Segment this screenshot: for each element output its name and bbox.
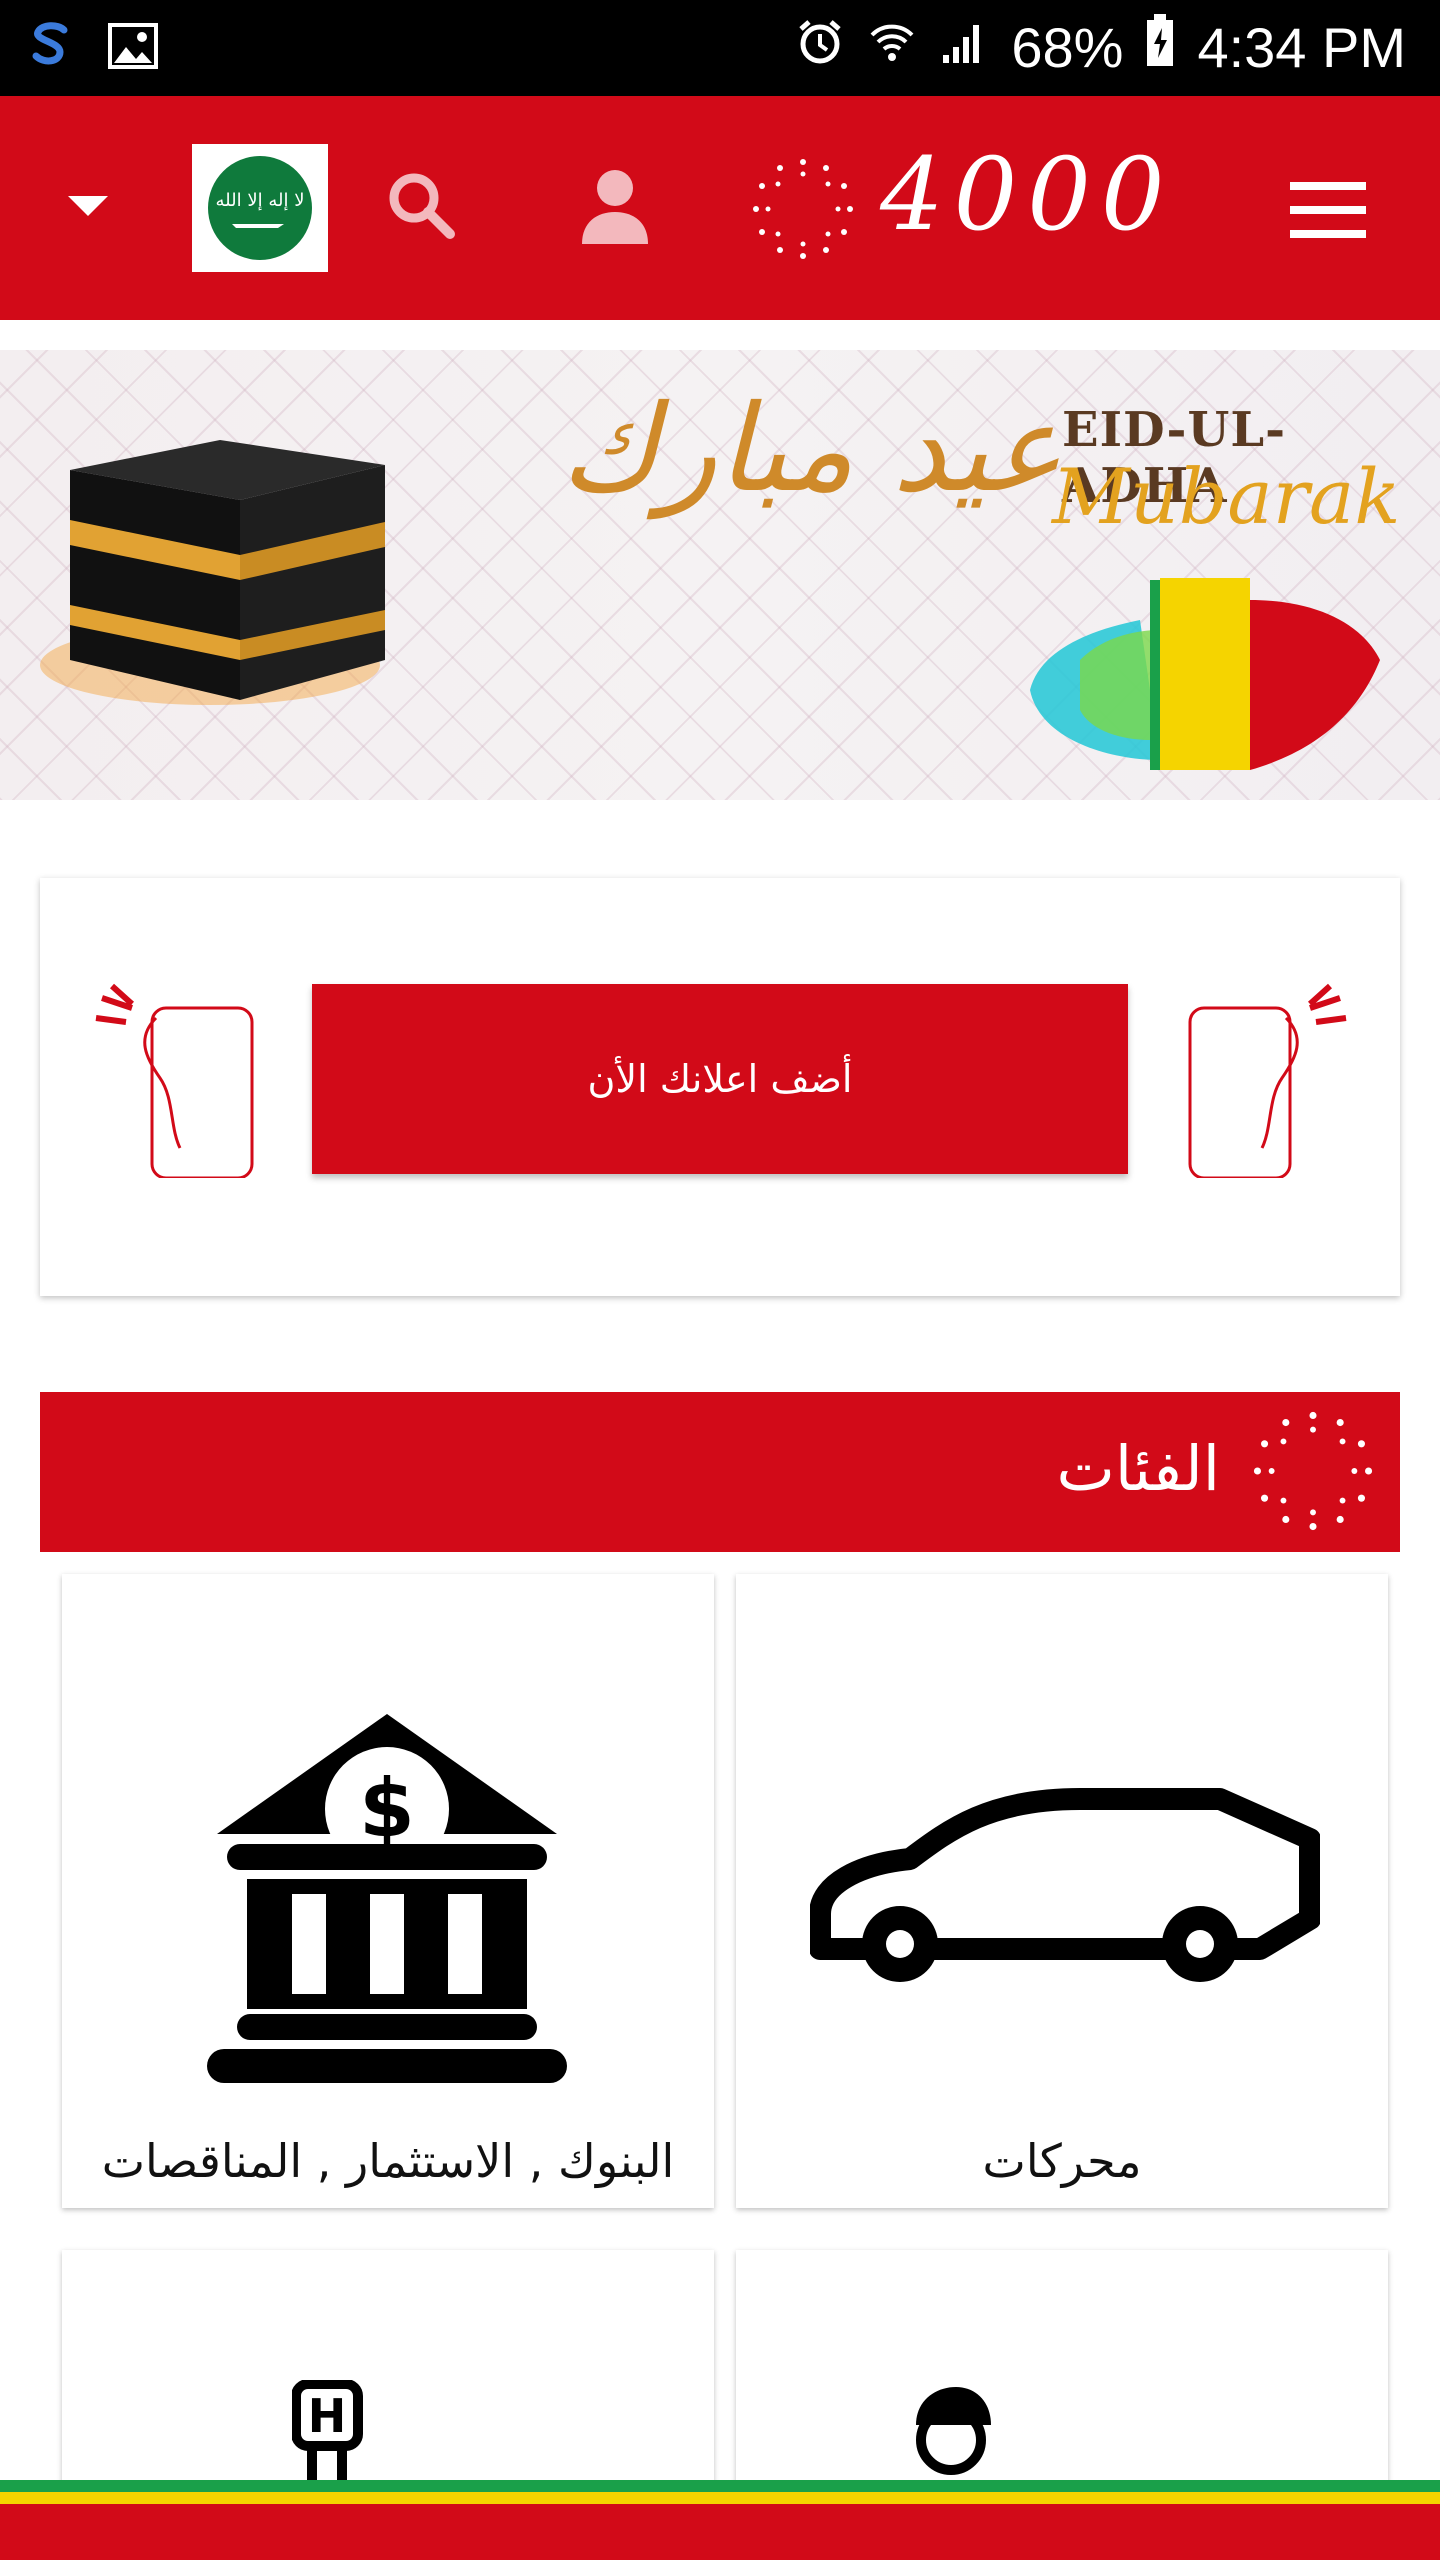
category-tile-banks[interactable]: $ البنوك , الاستثمار , المناقصات — [62, 1574, 714, 2208]
alarm-icon — [795, 15, 845, 80]
svg-text:$: $ — [359, 1762, 415, 1855]
categories-title: الفئات — [1056, 1432, 1220, 1505]
phone-megaphone-icon-right — [1188, 983, 1347, 1178]
clock-text: 4:34 PM — [1197, 16, 1406, 79]
menu-button[interactable] — [1288, 180, 1368, 244]
bottom-flag-bar — [0, 2480, 1440, 2560]
search-icon — [389, 173, 455, 239]
car-icon — [810, 1788, 1320, 1982]
battery-text: 68% — [1011, 16, 1124, 79]
category-tile-vehicles[interactable]: محركات — [736, 1574, 1388, 2208]
categories-header: الفئات — [40, 1392, 1400, 1552]
user-icon — [582, 170, 648, 244]
dropdown-arrow-icon — [68, 196, 108, 216]
flag-splash-image — [1030, 578, 1380, 770]
phone-megaphone-icon-left — [95, 983, 254, 1178]
category-label: محركات — [982, 2134, 1142, 2188]
profile-button[interactable] — [578, 166, 652, 250]
categories-sparkle-icon — [1253, 1411, 1373, 1531]
post-ad-card: أضف اعلانك الأن — [40, 878, 1400, 1296]
logo-sparkle-icon — [748, 154, 858, 268]
logo-text: 4000 — [880, 136, 1175, 253]
battery-icon — [1145, 14, 1175, 81]
country-flag-button[interactable]: لا إله إلا الله — [192, 144, 328, 272]
search-button[interactable] — [382, 166, 462, 250]
bank-icon: $ — [207, 1714, 567, 2083]
wifi-icon — [867, 15, 917, 80]
signal-icon — [939, 15, 989, 80]
post-ad-button[interactable]: أضف اعلانك الأن — [312, 984, 1128, 1174]
gallery-icon — [108, 23, 158, 73]
banner-subtitle: Mubarak — [1052, 452, 1401, 541]
country-dropdown-button[interactable] — [60, 186, 116, 230]
worker-helmet-icon — [916, 2387, 991, 2475]
promo-banner[interactable]: عيد مبارك EID-UL-ADHA Mubarak — [0, 350, 1440, 800]
svg-text:H: H — [308, 2389, 347, 2443]
svg-text:لا إله إلا الله: لا إله إلا الله — [216, 190, 305, 211]
app-header: لا إله إلا الله 4000 — [0, 96, 1440, 320]
category-label: البنوك , الاستثمار , المناقصات — [101, 2134, 675, 2188]
hotel-sign-icon: H — [292, 2380, 363, 2486]
status-bar: 68% 4:34 PM — [0, 0, 1440, 96]
hamburger-menu-icon — [1290, 182, 1366, 238]
banner-arabic-calligraphy: عيد مبارك — [560, 380, 1063, 519]
saudi-flag-icon: لا إله إلا الله — [208, 156, 312, 260]
kaaba-image — [40, 440, 385, 705]
s-app-icon — [24, 18, 80, 78]
